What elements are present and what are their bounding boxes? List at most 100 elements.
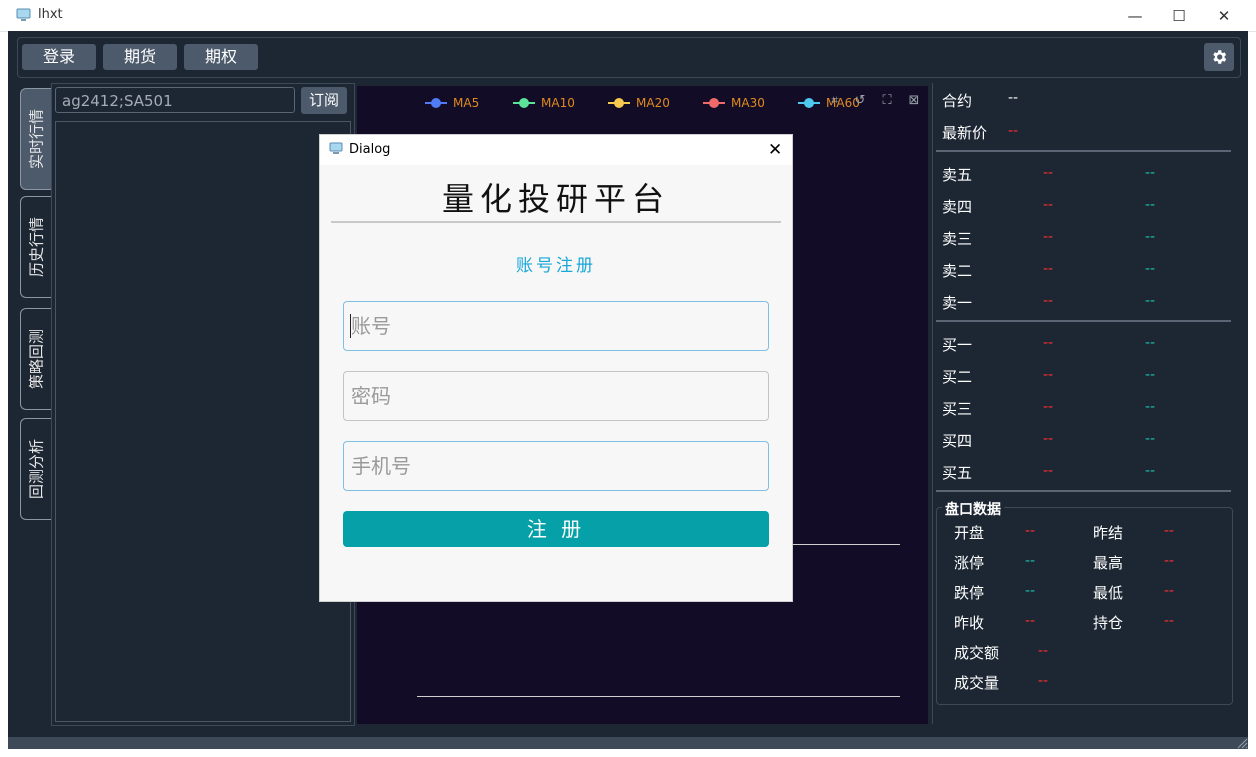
- bid2-label: 买二: [942, 368, 973, 386]
- subscribe-button[interactable]: 订阅: [301, 87, 347, 114]
- ask3-label: 卖三: [942, 230, 973, 248]
- futures-button[interactable]: 期货: [103, 44, 177, 70]
- window-title: lhxt: [38, 7, 63, 22]
- low-label: 最低: [1093, 584, 1124, 602]
- dialog-divider: [331, 221, 781, 223]
- presettle-label: 昨结: [1093, 524, 1124, 542]
- account-input[interactable]: 账号: [343, 301, 769, 351]
- dialog-monitor-icon: [329, 142, 343, 154]
- ask1-volume: --: [1145, 293, 1156, 309]
- preclose-value: --: [1025, 613, 1036, 629]
- ask2-volume: --: [1145, 261, 1156, 277]
- bid2-volume: --: [1145, 367, 1156, 383]
- subscribe-input[interactable]: ag2412;SA501: [55, 87, 295, 113]
- ask5-volume: --: [1145, 165, 1156, 181]
- tab-analysis[interactable]: 回测分析: [20, 418, 51, 520]
- minimize-button[interactable]: —: [1112, 0, 1158, 31]
- bid4-volume: --: [1145, 431, 1156, 447]
- bid1-label: 买一: [942, 336, 973, 354]
- presettle-value: --: [1164, 523, 1175, 539]
- settings-button[interactable]: [1204, 43, 1234, 71]
- limitup-label: 涨停: [954, 554, 985, 572]
- legend-ma10[interactable]: MA10: [513, 96, 575, 110]
- gear-icon: [1213, 50, 1227, 64]
- turnover-label: 成交额: [954, 644, 1000, 662]
- ask5-label: 卖五: [942, 166, 973, 184]
- open-interest-value: --: [1164, 613, 1175, 629]
- divider: [936, 320, 1231, 322]
- bid1-price: --: [1043, 335, 1054, 351]
- zoom-reset-icon[interactable]: ↺: [852, 93, 868, 109]
- open-interest-label: 持仓: [1093, 614, 1124, 632]
- chart-axis-line: [417, 696, 900, 697]
- last-price-value: --: [1008, 123, 1019, 139]
- ask4-volume: --: [1145, 197, 1156, 213]
- dialog-subheading: 账号注册: [516, 256, 596, 276]
- ask2-label: 卖二: [942, 262, 973, 280]
- volume-value: --: [1038, 673, 1049, 689]
- chart-axis-line: [792, 544, 900, 545]
- zoom-select-icon[interactable]: ⌗: [827, 93, 843, 109]
- resize-grip-icon[interactable]: [1236, 737, 1248, 749]
- options-button[interactable]: 期权: [184, 44, 258, 70]
- market-data-title: 盘口数据: [942, 499, 1004, 519]
- ask1-price: --: [1043, 293, 1054, 309]
- fullscreen-icon[interactable]: ⊠: [906, 93, 922, 109]
- bid4-price: --: [1043, 431, 1054, 447]
- register-button[interactable]: 注 册: [343, 511, 769, 547]
- open-label: 开盘: [954, 524, 985, 542]
- legend-ma20[interactable]: MA20: [608, 96, 670, 110]
- login-button[interactable]: 登录: [22, 44, 96, 70]
- preclose-label: 昨收: [954, 614, 985, 632]
- text-cursor: [350, 314, 351, 338]
- tab-backtest[interactable]: 策略回测: [20, 308, 51, 410]
- legend-ma5[interactable]: MA5: [425, 96, 479, 110]
- legend-ma30[interactable]: MA30: [703, 96, 765, 110]
- app-monitor-icon: [16, 8, 31, 21]
- contract-value: --: [1008, 90, 1019, 106]
- ask4-price: --: [1043, 197, 1054, 213]
- open-value: --: [1025, 523, 1036, 539]
- maximize-button[interactable]: ☐: [1156, 0, 1202, 31]
- turnover-value: --: [1038, 643, 1049, 659]
- ask1-label: 卖一: [942, 294, 973, 312]
- close-window-button[interactable]: ✕: [1201, 0, 1247, 31]
- dialog-close-button[interactable]: ✕: [768, 140, 782, 160]
- tab-realtime[interactable]: 实时行情: [20, 88, 51, 190]
- dialog-heading: 量化投研平台: [441, 180, 670, 218]
- restore-icon[interactable]: ⛶: [879, 93, 895, 109]
- contract-label: 合约: [942, 92, 973, 110]
- high-label: 最高: [1093, 554, 1124, 572]
- contract-list[interactable]: [55, 121, 351, 722]
- tab-history[interactable]: 历史行情: [20, 196, 51, 298]
- bid3-label: 买三: [942, 400, 973, 418]
- bid3-volume: --: [1145, 399, 1156, 415]
- limitdown-label: 跌停: [954, 584, 985, 602]
- bid1-volume: --: [1145, 335, 1156, 351]
- bid5-label: 买五: [942, 464, 973, 482]
- high-value: --: [1164, 553, 1175, 569]
- divider: [936, 490, 1231, 492]
- password-input[interactable]: 密码: [343, 371, 769, 421]
- limitdown-value: --: [1025, 583, 1036, 599]
- phone-input[interactable]: 手机号: [343, 441, 769, 491]
- divider: [936, 150, 1231, 152]
- bid4-label: 买四: [942, 432, 973, 450]
- volume-label: 成交量: [954, 674, 1000, 692]
- last-price-label: 最新价: [942, 124, 988, 142]
- status-strip: [8, 737, 1248, 749]
- ask2-price: --: [1043, 261, 1054, 277]
- bid5-volume: --: [1145, 463, 1156, 479]
- limitup-value: --: [1025, 553, 1036, 569]
- ask5-price: --: [1043, 165, 1054, 181]
- window-titlebar: [0, 0, 1256, 32]
- dialog-title: Dialog: [349, 142, 391, 157]
- bid3-price: --: [1043, 399, 1054, 415]
- ask4-label: 卖四: [942, 198, 973, 216]
- bid2-price: --: [1043, 367, 1054, 383]
- dialog-titlebar: [320, 135, 792, 165]
- ask3-volume: --: [1145, 229, 1156, 245]
- ask3-price: --: [1043, 229, 1054, 245]
- low-value: --: [1164, 583, 1175, 599]
- bid5-price: --: [1043, 463, 1054, 479]
